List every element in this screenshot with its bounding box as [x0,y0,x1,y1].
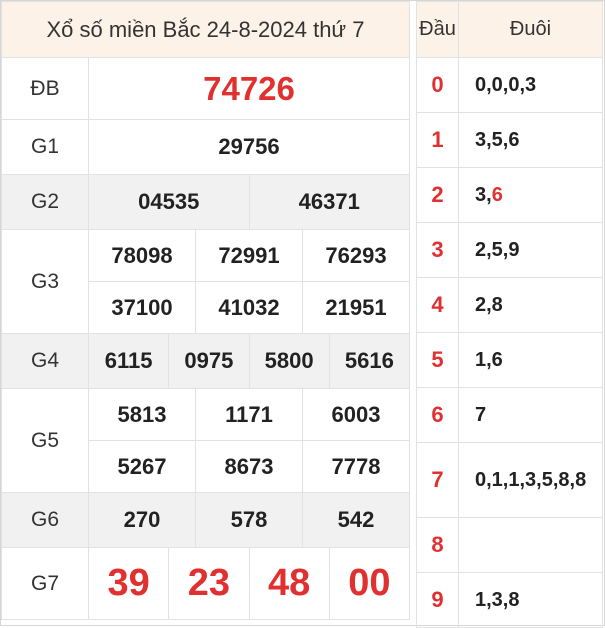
prize-value-g7: 39 [87,547,170,620]
duoi-highlight: 6 [491,183,503,206]
prize-value-g4: 5616 [328,333,411,389]
prize-value-g3: 21951 [302,281,410,334]
prize-value-g3: 41032 [195,281,303,334]
duoi-cell: 7 [458,387,603,443]
prize-value-g7: 48 [248,547,330,620]
prize-value-g6: 578 [195,492,303,548]
duoi-cell: 3,5,6 [458,112,603,168]
results-table: Xổ số miền Bắc 24-8-2024 thứ 7 ĐB 74726 … [1,1,411,620]
duoi-cell: 0,0,0,3 [458,57,603,113]
prize-label-g2: G2 [1,174,89,230]
dau-cell: 5 [416,332,459,388]
duoi-header: Đuôi [458,1,603,58]
duoi-cell: 3,6 [458,167,603,223]
prize-value-g2: 46371 [248,174,410,230]
prize-value-g3: 78098 [88,229,196,282]
prize-value-g7: 23 [168,547,250,620]
prize-value-g6: 542 [302,492,410,548]
duoi-cell [458,517,603,573]
dau-cell: 1 [416,112,459,168]
prize-value-g5: 8673 [195,440,303,493]
dau-cell: 6 [416,387,459,443]
prize-label-g5: G5 [1,388,89,493]
dau-cell: 0 [416,57,459,113]
prize-value-g7: 00 [328,547,411,620]
duoi-cell: 1,3,8 [458,572,603,628]
prize-value-g1: 29756 [88,119,410,175]
dau-duoi-table: Đầu Đuôi 0 0,0,0,3 1 3,5,6 2 3,6 3 2,5,9… [416,1,603,628]
prize-label-db: ĐB [1,57,89,120]
results-title: Xổ số miền Bắc 24-8-2024 thứ 7 [1,1,410,58]
prize-label-g4: G4 [1,333,89,389]
prize-value-g4: 6115 [87,333,170,389]
duoi-cell: 2,5,9 [458,222,603,278]
prize-label-g6: G6 [1,492,89,548]
prize-label-g1: G1 [1,119,89,175]
duoi-cell: 2,8 [458,277,603,333]
duoi-prefix: 3, [475,183,492,206]
prize-value-g2: 04535 [88,174,250,230]
duoi-cell: 0,1,1,3,5,8,8 [458,442,603,518]
prize-value-g3: 72991 [195,229,303,282]
prize-value-g5: 1171 [195,388,303,441]
prize-value-g5: 6003 [302,388,410,441]
dau-header: Đầu [416,1,459,58]
duoi-cell: 1,6 [458,332,603,388]
dau-cell: 3 [416,222,459,278]
dau-cell: 2 [416,167,459,223]
prize-value-g4: 0975 [168,333,250,389]
prize-value-g5: 5813 [88,388,196,441]
prize-value-g5: 7778 [302,440,410,493]
prize-value-g4: 5800 [248,333,330,389]
prize-value-g3: 37100 [88,281,196,334]
dau-cell: 8 [416,517,459,573]
prize-label-g3: G3 [1,229,89,334]
dau-cell: 9 [416,572,459,628]
prize-label-g7: G7 [1,547,89,620]
prize-value-g6: 270 [88,492,196,548]
dau-cell: 7 [416,442,459,518]
prize-value-g5: 5267 [88,440,196,493]
prize-value-db: 74726 [88,57,410,120]
prize-value-g3: 76293 [302,229,410,282]
dau-cell: 4 [416,277,459,333]
